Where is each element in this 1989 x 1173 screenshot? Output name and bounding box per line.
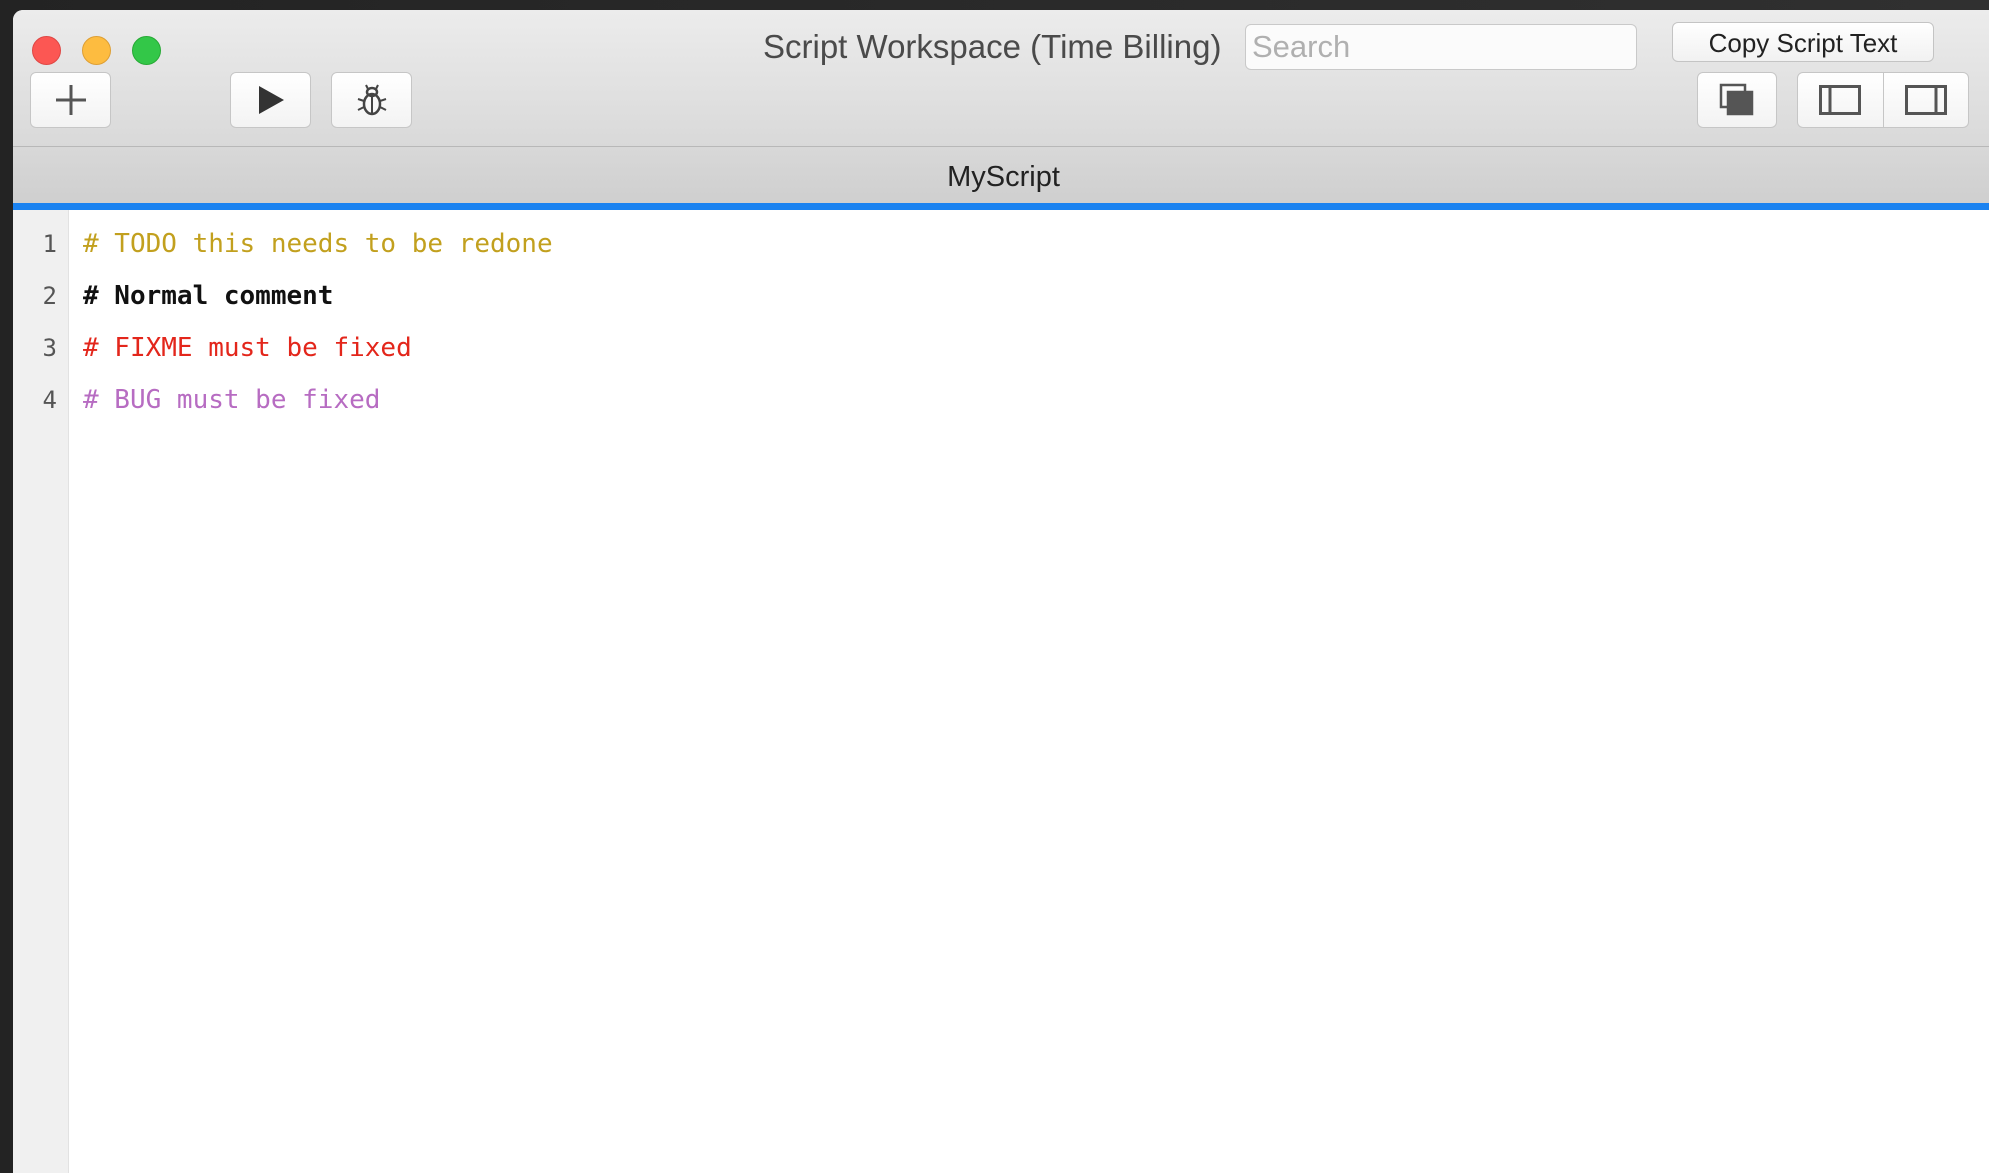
line-number: 2	[42, 282, 57, 310]
add-button[interactable]	[30, 72, 111, 128]
close-window-button[interactable]	[32, 36, 61, 65]
minimize-window-button[interactable]	[82, 36, 111, 65]
play-icon	[258, 86, 284, 114]
stacked-windows-icon	[1719, 83, 1754, 116]
toggle-left-sidebar-button[interactable]	[1798, 73, 1883, 127]
code-text[interactable]: # TODO this needs to be redone	[83, 229, 553, 259]
line-number: 3	[42, 334, 57, 362]
right-sidebar-icon	[1904, 85, 1947, 115]
code-line: 2 # Normal comment	[13, 270, 334, 322]
code-text[interactable]: # Normal comment	[83, 281, 333, 311]
window-title: Script Workspace (Time Billing)	[763, 28, 1222, 65]
script-editor[interactable]: 1 # TODO this needs to be redone 2 # Nor…	[13, 210, 1989, 1173]
plus-icon	[55, 85, 86, 115]
run-script-button[interactable]	[230, 72, 311, 128]
show-windows-button[interactable]	[1697, 72, 1777, 128]
title-bar: Script Workspace (Time Billing) Copy Scr…	[13, 10, 1989, 147]
bug-icon	[357, 84, 386, 116]
tab-myscript[interactable]: MyScript	[13, 161, 1989, 194]
code-line: 1 # TODO this needs to be redone	[13, 218, 553, 270]
copy-script-text-button[interactable]: Copy Script Text	[1672, 22, 1934, 62]
desktop: Script Workspace (Time Billing) Copy Scr…	[0, 0, 1989, 1173]
left-sidebar-icon	[1819, 85, 1862, 115]
line-number: 4	[42, 386, 57, 414]
code-text[interactable]: # BUG must be fixed	[83, 385, 380, 415]
code-line: 3 # FIXME must be fixed	[13, 322, 412, 374]
code-text[interactable]: # FIXME must be fixed	[83, 333, 412, 363]
toggle-right-sidebar-button[interactable]	[1882, 73, 1969, 127]
sidebar-toggle-group	[1797, 72, 1969, 128]
tab-bar: MyScript	[13, 147, 1989, 210]
script-workspace-window: Script Workspace (Time Billing) Copy Scr…	[13, 10, 1989, 1173]
line-number: 1	[42, 230, 57, 258]
code-line: 4 # BUG must be fixed	[13, 374, 381, 426]
search-input[interactable]	[1245, 24, 1637, 70]
maximize-window-button[interactable]	[132, 36, 161, 65]
debug-script-button[interactable]	[331, 72, 412, 128]
